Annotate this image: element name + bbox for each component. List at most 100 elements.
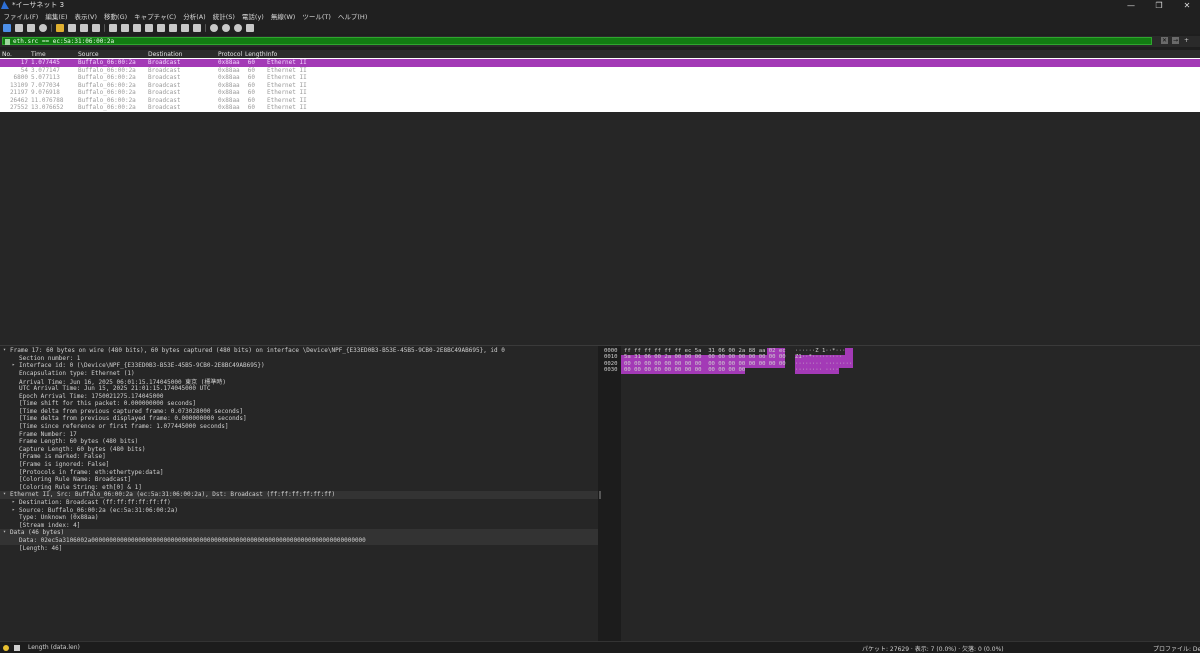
zoom-out-icon[interactable] [222,23,230,32]
column-header-protocol[interactable]: Protocol [218,51,242,58]
divider-grip[interactable] [599,491,601,499]
menu-telephony[interactable]: 電話(y) [238,11,267,21]
status-profile[interactable]: プロファイル: Default [1153,644,1200,653]
close-file-icon[interactable] [80,23,88,32]
filter-bookmark-icon[interactable] [5,38,10,45]
restart-icon[interactable] [27,23,35,32]
column-header-source[interactable]: Source [78,51,99,58]
reload-icon[interactable] [92,23,100,32]
details-tree-item[interactable]: Frame Number: 17 [0,431,598,439]
menu-tools[interactable]: ツール(T) [299,11,335,21]
packet-row[interactable]: 21197 9.076918 Buffalo_06:00:2a Broadcast 0x… [0,89,1200,97]
shark-fin-start-icon[interactable] [3,23,11,32]
colorize-icon[interactable] [193,23,201,32]
details-tree-item[interactable]: Arrival Time: Jun 16, 2025 06:01:15.1740… [0,377,598,386]
menu-file[interactable]: ファイル(F) [0,11,42,21]
filter-text[interactable]: eth.src == ec:5a:31:06:00:2a [13,38,114,45]
open-file-icon[interactable] [56,23,64,32]
zoom-in-icon[interactable] [210,23,218,32]
menu-edit[interactable]: 編集(E) [42,11,71,21]
find-icon[interactable] [109,23,117,32]
details-tree-item[interactable]: ▸ Destination: Broadcast (ff:ff:ff:ff:ff:… [0,499,598,507]
menu-analyze[interactable]: 分析(A) [180,11,210,21]
expanded-arrow-icon[interactable]: ▾ [3,491,6,497]
details-tree-item[interactable]: ▸ Source: Buffalo_06:00:2a (ec:5a:31:06:0… [0,507,598,515]
first-packet-icon[interactable] [157,23,165,32]
details-tree-item[interactable]: Frame Length: 60 bytes (480 bits) [0,438,598,446]
byte-hex-row[interactable]: 5a 31 06 00 2a 00 00 00 00 00 00 00 00 0… [624,354,786,360]
details-tree-item[interactable]: ▾ Frame 17: 60 bytes on wire (480 bits), … [0,347,598,355]
stop-icon[interactable] [15,23,23,32]
details-tree-item[interactable]: [Frame is marked: False] [0,453,598,461]
details-tree-item[interactable]: ▾ Ethernet II, Src: Buffalo_06:00:2a (ec:… [0,491,598,499]
packet-row[interactable]: 6800 5.077113 Buffalo_06:00:2a Broadcast 0x8… [0,74,1200,82]
packet-row[interactable]: 54 3.077147 Buffalo_06:00:2a Broadcast 0x88a… [0,67,1200,75]
byte-ascii-row[interactable]: ········ ···· [795,367,839,373]
details-tree-item[interactable]: Capture Length: 60 bytes (480 bits) [0,446,598,454]
details-tree-item[interactable]: [Stream index: 4] [0,522,598,530]
details-tree-item[interactable]: [Frame is ignored: False] [0,461,598,469]
resize-columns-icon[interactable] [246,23,254,32]
details-tree-item[interactable]: [Time since reference or first frame: 1.… [0,423,598,431]
details-tree-item[interactable]: [Time shift for this packet: 0.000000000… [0,400,598,408]
details-tree-item[interactable]: [Coloring Rule String: eth[0] & 1] [0,484,598,492]
menu-capture[interactable]: キャプチャ(C) [131,11,180,21]
byte-hex-row[interactable]: 00 00 00 00 00 00 00 00 00 00 00 00 [624,367,745,373]
clear-filter-button[interactable]: ✕ [1161,37,1168,44]
byte-hex-row[interactable]: ff ff ff ff ff ff ec 5a 31 06 00 2a 88 a… [624,348,786,354]
menu-statistics[interactable]: 統計(S) [209,11,238,21]
add-filter-button[interactable]: + [1183,37,1190,44]
column-header-length[interactable]: Length [245,51,266,58]
capture-comment-icon[interactable] [14,645,20,651]
options-gear-icon[interactable] [39,23,47,32]
column-header-destination[interactable]: Destination [148,51,182,58]
expert-info-icon[interactable] [3,645,9,651]
details-tree-item[interactable]: [Time delta from previous displayed fram… [0,415,598,423]
details-tree-item[interactable]: [Length: 46] [0,545,598,553]
details-tree-item[interactable]: [Coloring Rule Name: Broadcast] [0,476,598,484]
display-filter-input[interactable]: eth.src == ec:5a:31:06:00:2a [2,37,1152,45]
expanded-arrow-icon[interactable]: ▾ [3,529,6,535]
details-tree-item[interactable]: ▸ Interface id: 0 (\Device\NPF_{E33ED0B3-… [0,362,598,370]
column-header-info[interactable]: Info [266,51,277,58]
save-icon[interactable] [68,23,76,32]
back-icon[interactable] [121,23,129,32]
details-tree-item[interactable]: Epoch Arrival Time: 1750021275.174045000 [0,393,598,401]
zoom-normal-icon[interactable] [234,23,242,32]
packet-row[interactable]: 26462 11.076788 Buffalo_06:00:2a Broadcast 0… [0,97,1200,105]
apply-filter-button[interactable]: → [1172,37,1179,44]
expanded-arrow-icon[interactable]: ▾ [3,347,6,353]
menu-wireless[interactable]: 無線(W) [267,11,299,21]
last-packet-icon[interactable] [169,23,177,32]
menu-help[interactable]: ヘルプ(H) [334,11,370,21]
byte-hex-row[interactable]: 00 00 00 00 00 00 00 00 00 00 00 00 00 0… [624,361,786,367]
details-tree-item[interactable]: [Protocols in frame: eth:ethertype:data] [0,469,598,477]
menu-view[interactable]: 表示(V) [71,11,101,21]
forward-icon[interactable] [133,23,141,32]
byte-ascii-row[interactable]: ······Z 1··*··· [795,348,846,354]
packet-row[interactable]: 13109 7.077034 Buffalo_06:00:2a Broadcast 0x… [0,82,1200,90]
byte-ascii-row[interactable]: ········ ········ [795,361,852,367]
autoscroll-icon[interactable] [181,23,189,32]
maximize-button[interactable]: ❐ [1154,1,1164,10]
details-tree-item[interactable]: UTC Arrival Time: Jun 15, 2025 21:01:15.… [0,385,598,393]
details-item-text: Frame 17: 60 bytes on wire (480 bits), 6… [10,347,505,354]
collapsed-arrow-icon[interactable]: ▸ [12,507,15,513]
packet-row[interactable]: 17 1.077445 Buffalo_06:00:2a Broadcast 0x88a… [0,59,1200,67]
column-header-no[interactable]: No. [2,51,12,58]
byte-ascii-row[interactable]: Z1··*········· [795,354,842,360]
details-tree-item[interactable]: Data: 02ec5a3106002a00000000000000000000… [0,537,598,545]
go-to-packet-icon[interactable] [145,23,153,32]
menu-go[interactable]: 移動(G) [101,11,131,21]
details-tree-item[interactable]: Encapsulation type: Ethernet (1) [0,370,598,378]
collapsed-arrow-icon[interactable]: ▸ [12,362,15,368]
collapsed-arrow-icon[interactable]: ▸ [12,499,15,505]
minimize-button[interactable]: — [1126,1,1136,10]
details-tree-item[interactable]: Section number: 1 [0,355,598,363]
column-header-time[interactable]: Time [31,51,46,58]
packet-row[interactable]: 27552 13.076652 Buffalo_06:00:2a Broadcast 0… [0,104,1200,112]
close-window-button[interactable]: ✕ [1182,1,1192,10]
details-tree-item[interactable]: ▾ Data (46 bytes) [0,529,598,537]
details-tree-item[interactable]: [Time delta from previous captured frame… [0,408,598,416]
details-tree-item[interactable]: Type: Unknown (0x88aa) [0,514,598,522]
